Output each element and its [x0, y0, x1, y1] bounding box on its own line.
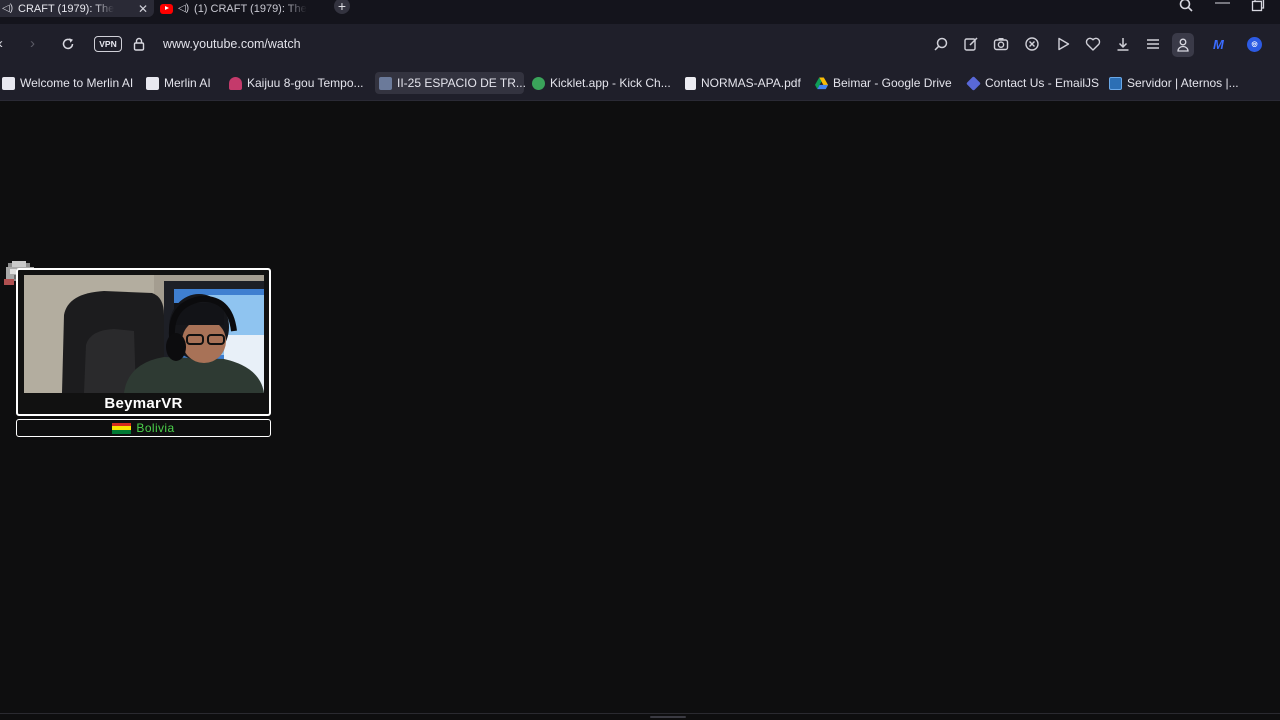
webcam-feed	[24, 275, 264, 393]
youtube-icon	[160, 3, 173, 14]
merlin-icon	[2, 76, 15, 90]
country-badge: Bolivia	[16, 419, 271, 437]
merlin-icon	[146, 76, 159, 90]
bookmarks-bar: Welcome to Merlin AI Merlin AI Kaijuu 8-…	[0, 66, 1280, 101]
image-icon	[379, 76, 392, 90]
merlin-extension-icon[interactable]: M	[1213, 37, 1224, 52]
shield-icon[interactable]	[1023, 35, 1041, 53]
profile-icon[interactable]	[1172, 33, 1194, 57]
back-icon[interactable]: ‹	[0, 35, 3, 52]
menu-icon[interactable]	[1144, 35, 1162, 53]
divider	[0, 713, 1280, 714]
heart-icon[interactable]	[1084, 35, 1102, 53]
streamer-name: BeymarVR	[104, 395, 183, 412]
anime-site-icon	[229, 76, 242, 90]
minimize-icon[interactable]: —	[1215, 0, 1230, 11]
new-tab-button[interactable]: +	[334, 0, 350, 14]
bolivia-flag-icon	[112, 422, 132, 434]
vpn-badge[interactable]: VPN	[94, 36, 122, 52]
address-bar-row: ‹ › VPN www.youtube.com/watch	[0, 24, 1280, 66]
camera-icon[interactable]	[992, 35, 1010, 53]
bookmark-item[interactable]: II-25 ESPACIO DE TR...	[375, 72, 526, 94]
tab-strip: ◁) CRAFT (1979): The ✕ ◁) (1) CRAFT (197…	[0, 0, 1280, 24]
bookmark-item[interactable]: Servidor | Aternos |...	[1105, 72, 1243, 94]
bookmark-item[interactable]: NORMAS-APA.pdf	[681, 72, 805, 94]
tab-title: CRAFT (1979): The	[18, 2, 115, 15]
tab-inactive[interactable]: ◁) (1) CRAFT (1979): The	[160, 0, 320, 17]
forward-icon[interactable]: ›	[30, 35, 35, 52]
bookmark-item[interactable]: Kicklet.app - Kick Ch...	[528, 72, 675, 94]
search-icon[interactable]	[932, 35, 950, 53]
bookmark-item[interactable]: Beimar - Google Drive	[811, 72, 956, 94]
emailjs-icon	[966, 75, 981, 91]
bookmark-item[interactable]: Contact Us - EmailJS	[963, 72, 1103, 94]
lock-icon[interactable]	[133, 37, 145, 51]
extension-icon[interactable]: ◎	[1247, 37, 1262, 52]
aternos-icon	[1109, 76, 1122, 90]
download-icon[interactable]	[1114, 35, 1132, 53]
bookmark-item[interactable]: Welcome to Merlin AI	[0, 72, 137, 94]
bookmark-item[interactable]: Merlin AI	[142, 72, 215, 94]
reload-icon[interactable]	[61, 37, 75, 51]
maximize-icon[interactable]	[1251, 0, 1265, 12]
play-icon[interactable]	[1054, 35, 1072, 53]
tab-title: (1) CRAFT (1979): The	[194, 2, 307, 15]
bookmark-item[interactable]: Kaijuu 8-gou Tempo...	[225, 72, 368, 94]
close-icon[interactable]: ✕	[138, 2, 154, 16]
kicklet-icon	[532, 76, 545, 90]
scrollbar-thumb[interactable]	[650, 716, 686, 718]
audio-icon[interactable]: ◁)	[178, 3, 189, 14]
url-field[interactable]: www.youtube.com/watch	[163, 37, 301, 51]
tab-active[interactable]: ◁) CRAFT (1979): The ✕	[0, 0, 154, 17]
audio-icon[interactable]: ◁)	[2, 3, 13, 14]
country-name: Bolivia	[136, 421, 175, 435]
google-drive-icon	[815, 76, 828, 89]
document-icon	[685, 76, 696, 90]
search-tabs-icon[interactable]	[1178, 0, 1194, 13]
edit-icon[interactable]	[962, 35, 980, 53]
